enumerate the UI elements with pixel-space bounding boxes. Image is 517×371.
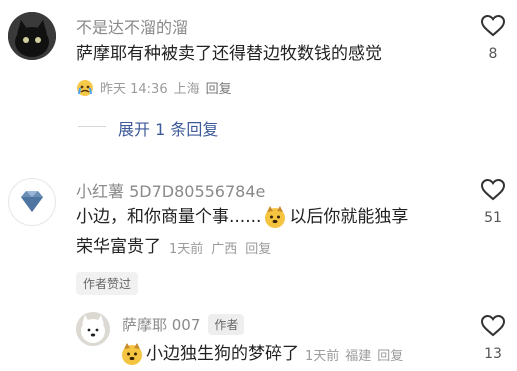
- comment-content-part1: 小边，和你商量个事......: [76, 207, 262, 227]
- dog-face-sticker-icon: [265, 206, 286, 228]
- reply-time: 1天前: [305, 348, 340, 364]
- comment-content-line2: 荣华富贵了: [76, 237, 161, 257]
- reply-location: 福建: [345, 348, 372, 364]
- author-tag: 作者: [208, 314, 245, 335]
- comment-username[interactable]: 小红薯 5D7D80556784e: [76, 178, 265, 202]
- comment-location: 广西: [211, 241, 238, 257]
- cat-avatar-icon: [8, 12, 56, 60]
- comment-content: 萨摩耶有种被卖了还得替边牧数钱的感觉: [76, 44, 382, 64]
- comment-username[interactable]: 不是达不溜的溜: [76, 14, 188, 38]
- expand-divider: [78, 126, 106, 127]
- like-count: 13: [484, 346, 502, 362]
- comment-time: 1天前: [169, 241, 204, 257]
- reply-content: 小边独生狗的梦碎了: [146, 344, 299, 364]
- like-button[interactable]: [480, 314, 506, 338]
- avatar-black-cat[interactable]: [8, 12, 56, 60]
- dog-face-sticker-icon: [122, 343, 142, 365]
- comment-location: 上海: [173, 82, 200, 97]
- reply-header: 萨摩耶 007 作者: [122, 314, 245, 335]
- reply-body: 小边独生狗的梦碎了 1天前 福建 回复: [120, 342, 403, 366]
- like-button[interactable]: [480, 178, 506, 202]
- like-button[interactable]: [480, 14, 506, 38]
- avatar-diamond[interactable]: [8, 178, 56, 226]
- like-count: 51: [484, 210, 502, 226]
- like-count: 8: [488, 46, 498, 62]
- reply-username[interactable]: 萨摩耶 007: [122, 314, 200, 335]
- comment-time: 昨天 14:36: [100, 82, 168, 97]
- diamond-icon: [21, 191, 43, 212]
- comment-line2: 荣华富贵了 1天前 广西 回复: [76, 235, 271, 259]
- comment-content-part2: 以后你就能独享: [289, 207, 409, 227]
- heart-outline-icon: [480, 314, 506, 337]
- heart-outline-icon: [480, 178, 506, 201]
- comment-meta: 昨天 14:36 上海 回复: [76, 78, 232, 97]
- heart-outline-icon: [480, 14, 506, 37]
- samoyed-avatar-icon: [76, 312, 110, 346]
- author-liked-badge: 作者赞过: [76, 272, 139, 295]
- avatar-samoyed[interactable]: [76, 312, 110, 346]
- expand-replies-link[interactable]: 展开 1 条回复: [118, 116, 218, 140]
- reply-link[interactable]: 回复: [206, 78, 232, 97]
- crying-face-icon: [77, 79, 93, 96]
- reply-link[interactable]: 回复: [245, 238, 271, 257]
- reply-link[interactable]: 回复: [377, 345, 403, 364]
- comment-content-line1: 小边，和你商量个事...... 以后你就能独享: [76, 205, 408, 229]
